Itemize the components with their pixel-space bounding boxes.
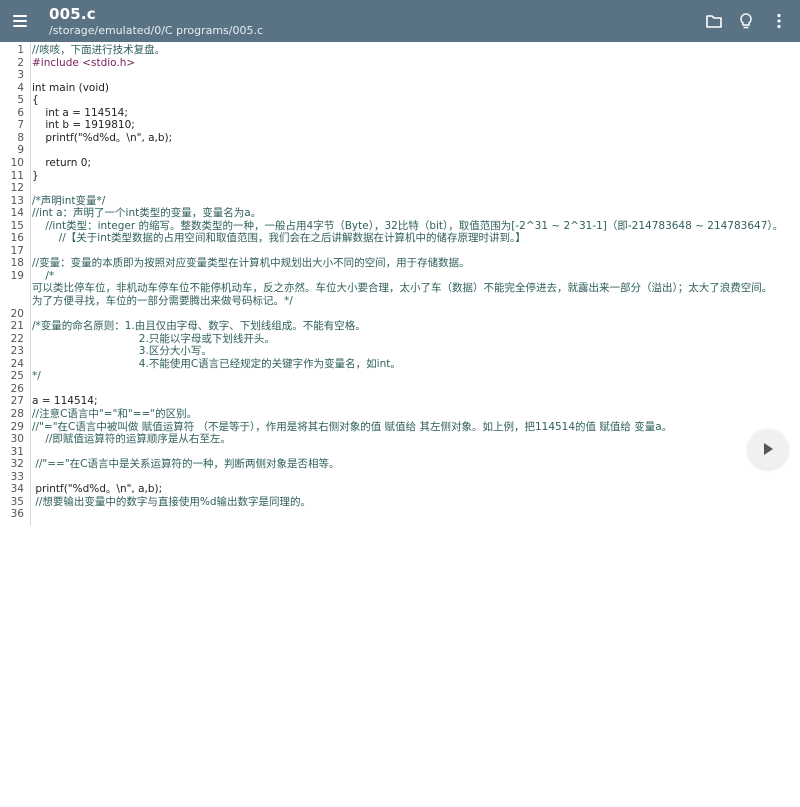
- lightbulb-icon[interactable]: [733, 8, 759, 34]
- code-line: //变量：变量的本质即为按照对应变量类型在计算机中规划出大小不同的空间，用于存储…: [32, 257, 470, 270]
- line-number: 11: [10, 169, 24, 182]
- code-line: printf("%d%d。\n", a,b);: [32, 131, 173, 144]
- line-number: 13: [10, 194, 24, 207]
- line-number: 30: [10, 433, 24, 446]
- code-line: */: [32, 370, 41, 383]
- line-number: 14: [10, 207, 24, 220]
- code-editor[interactable]: 1 //咳咳，下面进行技术复盘。 2 #include <stdio.h> 3 4 int …: [0, 42, 800, 807]
- code-line: //"="在C语言中被叫做 赋值运算符 （不是等于），作用是将其右侧对象的值 赋…: [32, 420, 673, 433]
- line-number: 28: [10, 407, 24, 420]
- code-line: //int类型：integer 的缩写。整数类型的一种，一般占用4字节（Byte…: [32, 219, 784, 232]
- line-number: 10: [10, 156, 24, 169]
- play-icon: [764, 443, 773, 455]
- line-number: 5: [17, 94, 24, 107]
- code-line: }: [32, 169, 39, 182]
- line-number: 32: [10, 458, 24, 471]
- code-line: int main (void): [32, 81, 110, 94]
- line-number: 26: [10, 382, 24, 395]
- line-number: 12: [10, 182, 24, 195]
- line-number: 29: [10, 420, 24, 433]
- line-number: 16: [10, 232, 24, 245]
- code-line: //int a：声明了一个int类型的变量，变量名为a。: [32, 207, 262, 220]
- gutter-divider: [30, 42, 31, 526]
- line-number: 7: [17, 119, 24, 132]
- line-number: 34: [10, 483, 24, 496]
- code-line: 2.只能以字母或下划线开头。: [32, 332, 275, 345]
- line-number: 23: [10, 345, 24, 358]
- code-line: //注意C语言中"="和"=="的区别。: [32, 407, 198, 420]
- code-line: //即赋值运算符的运算顺序是从右至左。: [32, 433, 231, 446]
- code-line: int b = 1919810;: [32, 119, 135, 132]
- line-number: 19: [10, 269, 24, 282]
- code-line: 3.区分大小写。: [32, 345, 212, 358]
- run-button[interactable]: [748, 429, 788, 469]
- code-line: //"=="在C语言中是关系运算符的一种，判断两侧对象是否相等。: [32, 458, 340, 471]
- line-number: 15: [10, 219, 24, 232]
- code-line: printf("%d%d。\n", a,b);: [32, 483, 163, 496]
- folder-icon[interactable]: [701, 8, 727, 34]
- code-line: int a = 114514;: [32, 106, 128, 119]
- menu-icon[interactable]: [6, 5, 34, 37]
- code-line: /*声明int变量*/: [32, 194, 106, 207]
- line-number: [0, 282, 24, 295]
- code-line: a = 114514;: [32, 395, 98, 408]
- code-line: {: [32, 94, 39, 107]
- file-title: 005.c: [49, 5, 96, 23]
- line-number: 35: [10, 495, 24, 508]
- code-line: //咳咳，下面进行技术复盘。: [32, 44, 166, 56]
- line-number: 24: [10, 357, 24, 370]
- line-number: 6: [17, 106, 24, 119]
- line-number: 22: [10, 332, 24, 345]
- code-line: return 0;: [32, 156, 92, 169]
- file-path: /storage/emulated/0/C programs/005.c: [49, 24, 264, 37]
- line-number: 27: [10, 395, 24, 408]
- line-number: 8: [17, 131, 24, 144]
- line-number: 21: [10, 320, 24, 333]
- line-number: 36: [10, 508, 24, 521]
- code-line: 为了方便寻找，车位的一部分需要腾出来做号码标记。*/: [32, 295, 293, 307]
- line-number: [0, 295, 24, 308]
- line-number: 3: [17, 69, 24, 82]
- line-number: 20: [10, 307, 24, 320]
- code-line: /*变量的命名原则：1.由且仅由字母、数字、下划线组成。不能有空格。: [32, 320, 366, 333]
- line-number: 18: [10, 257, 24, 270]
- code-line: //想要输出变量中的数字与直接使用%d输出数字是同理的。: [32, 495, 312, 508]
- line-number: 1: [17, 44, 24, 56]
- line-number: 4: [17, 81, 24, 94]
- line-number: 25: [10, 370, 24, 383]
- line-number: 31: [10, 445, 24, 458]
- line-number: 33: [10, 470, 24, 483]
- line-number: 17: [10, 244, 24, 257]
- more-vert-icon[interactable]: [766, 8, 792, 34]
- line-number: 2: [17, 56, 24, 69]
- code-line: 4.不能使用C语言已经规定的关键字作为变量名，如int。: [32, 357, 401, 370]
- code-line: #include <stdio.h>: [32, 56, 136, 69]
- line-number: 9: [17, 144, 24, 157]
- code-line: /*: [32, 269, 55, 282]
- app-bar: 005.c /storage/emulated/0/C programs/005…: [0, 0, 800, 42]
- code-line: 可以类比停车位，非机动车停车位不能停机动车，反之亦然。车位大小要合理，太小了车（…: [32, 282, 773, 295]
- code-line: //【关于int类型数据的占用空间和取值范围，我们会在之后讲解数据在计算机中的储…: [32, 232, 526, 245]
